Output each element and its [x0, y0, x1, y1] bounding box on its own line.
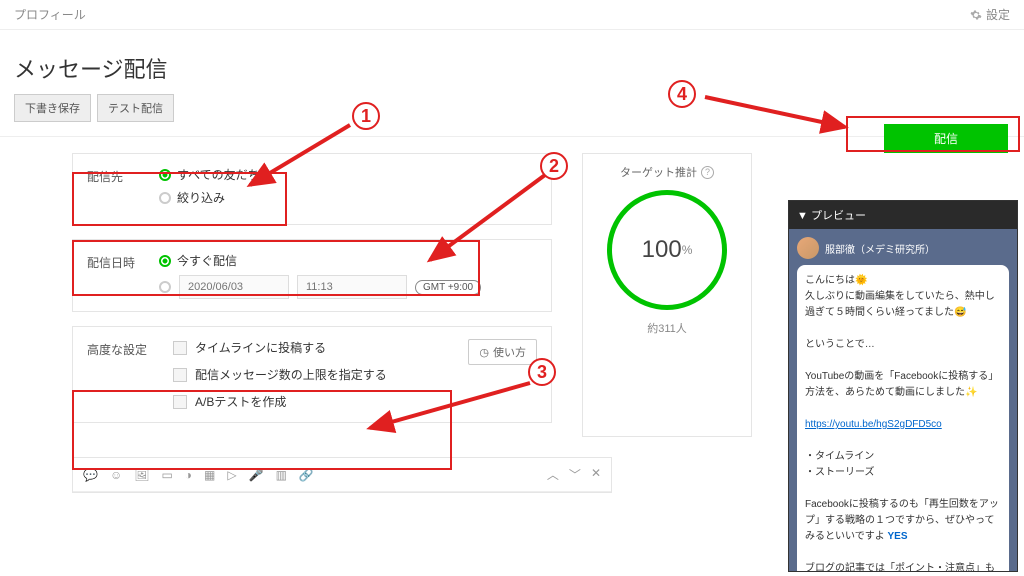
preview-link[interactable]: https://youtu.be/hgS2gDFD5co — [805, 419, 942, 430]
advanced-label: 高度な設定 — [87, 339, 157, 358]
chat-bubble: こんにちは🌞 久しぶりに動画編集をしていたら、熱中し過ぎて５時間くらい経ってまし… — [797, 265, 1009, 572]
up-icon[interactable]: ︿ — [547, 466, 559, 483]
checkbox-icon — [173, 341, 187, 355]
howto-button[interactable]: ◷使い方 — [468, 339, 537, 365]
anno-box-2 — [72, 240, 480, 296]
gear-icon — [970, 9, 982, 21]
chat-header: 服部徹（メデミ研究所） — [797, 237, 1009, 259]
arrow-2 — [420, 170, 560, 270]
preview-title: ▼ プレビュー — [789, 201, 1017, 229]
checkbox-icon — [173, 368, 187, 382]
help-icon[interactable]: ? — [701, 166, 714, 179]
target-circle: 100% — [607, 190, 727, 310]
page-title: メッセージ配信 — [0, 30, 1024, 94]
close-icon[interactable]: ✕ — [591, 466, 601, 483]
target-count: 約311人 — [593, 320, 741, 336]
arrow-4 — [700, 92, 860, 142]
chk-limit[interactable]: 配信メッセージ数の上限を指定する — [173, 366, 387, 383]
arrow-3 — [360, 378, 540, 438]
topbar: プロフィール 設定 — [0, 0, 1024, 30]
avatar — [797, 237, 819, 259]
save-draft-button[interactable]: 下書き保存 — [14, 94, 91, 122]
profile-link[interactable]: プロフィール — [14, 6, 86, 23]
anno-box-4 — [846, 116, 1020, 152]
down-icon[interactable]: ﹀ — [569, 466, 581, 483]
preview-panel: ▼ プレビュー 服部徹（メデミ研究所） こんにちは🌞 久しぶりに動画編集をしてい… — [788, 200, 1018, 572]
test-send-button[interactable]: テスト配信 — [97, 94, 174, 122]
target-estimate: ターゲット推計? 100% 約311人 — [582, 153, 752, 437]
chk-timeline[interactable]: タイムラインに投稿する — [173, 339, 387, 356]
arrow-1 — [240, 120, 370, 200]
settings-link[interactable]: 設定 — [970, 6, 1010, 23]
clock-icon: ◷ — [479, 346, 489, 359]
target-title: ターゲット推計 — [620, 164, 697, 180]
